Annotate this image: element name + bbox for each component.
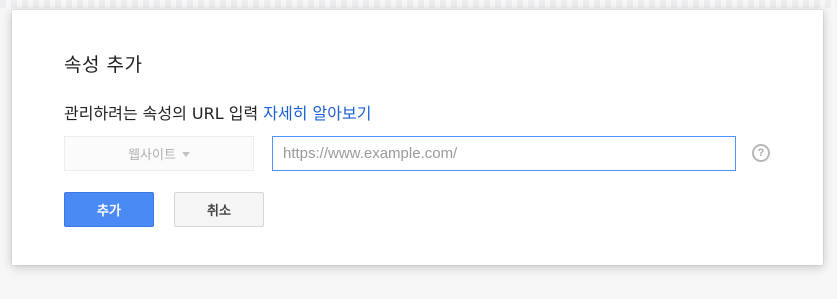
learn-more-link[interactable]: 자세히 알아보기 (263, 104, 371, 123)
dialog-description: 관리하려는 속성의 URL 입력 자세히 알아보기 (64, 100, 371, 124)
background-page-text (0, 0, 837, 8)
caret-down-icon (181, 152, 190, 157)
url-input[interactable] (272, 136, 736, 171)
property-type-value: 웹사이트 (128, 148, 176, 163)
help-glyph: ? (757, 147, 765, 159)
property-type-select[interactable]: 웹사이트 (64, 136, 254, 171)
add-property-dialog: 속성 추가 관리하려는 속성의 URL 입력 자세히 알아보기 웹사이트 ? 추… (12, 10, 823, 265)
help-circle-icon[interactable]: ? (752, 144, 770, 162)
description-text: 관리하려는 속성의 URL 입력 (64, 104, 259, 123)
dialog-title: 속성 추가 (64, 54, 143, 76)
cancel-button[interactable]: 취소 (174, 192, 264, 227)
add-button[interactable]: 추가 (64, 192, 154, 227)
